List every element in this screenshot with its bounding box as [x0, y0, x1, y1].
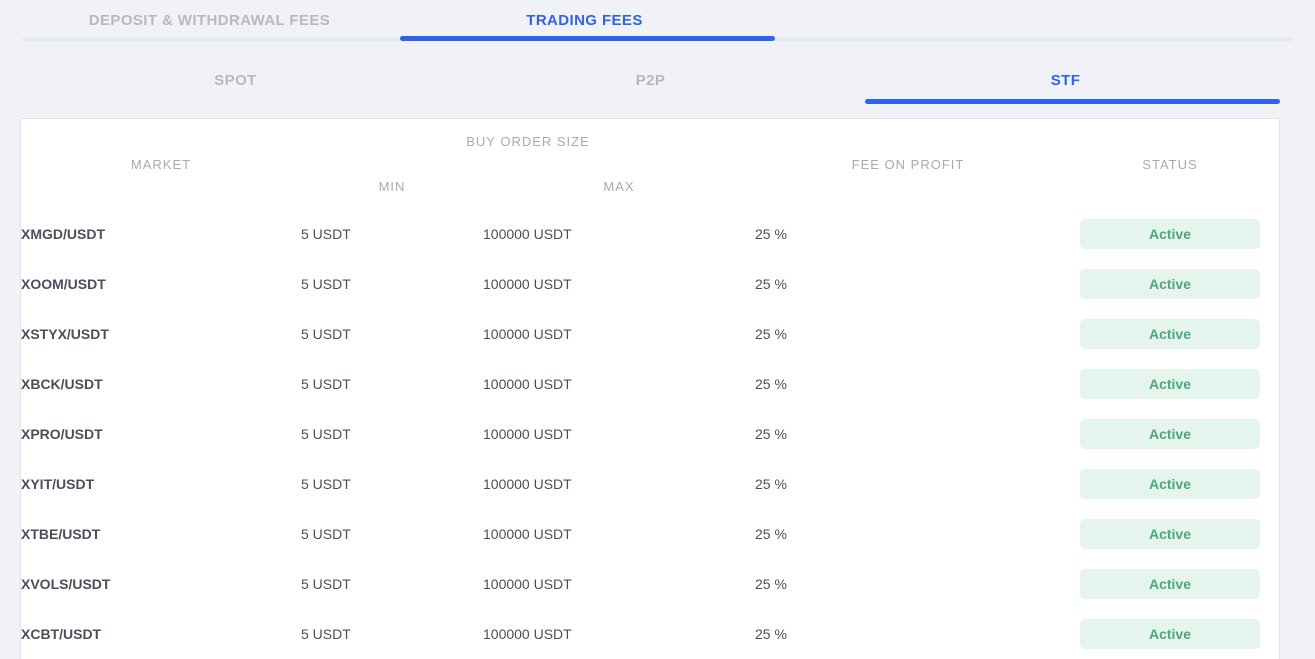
- cell-max-order-size: 100000 USDT: [483, 326, 572, 342]
- stf-fees-table-container: MARKET BUY ORDER SIZE FEE ON PROFIT STAT…: [20, 118, 1280, 659]
- cell-max-order-size: 100000 USDT: [483, 276, 572, 292]
- cell-market: XBCK/USDT: [21, 376, 103, 392]
- cell-status: Active: [1061, 359, 1279, 409]
- table-row: XCBT/USDT 5 USDT 100000 USDT 25 % Active: [21, 609, 1279, 659]
- table-row: XOOM/USDT 5 USDT 100000 USDT 25 % Active: [21, 259, 1279, 309]
- cell-max-order-size: 100000 USDT: [483, 526, 572, 542]
- column-header-status: STATUS: [1142, 156, 1198, 172]
- tab-label: P2P: [635, 71, 666, 89]
- table-header-row-top: MARKET BUY ORDER SIZE FEE ON PROFIT STAT…: [21, 119, 1279, 172]
- cell-status: Active: [1061, 609, 1279, 659]
- cell-fee-on-profit: 25 %: [755, 526, 787, 542]
- tab-stf[interactable]: STF: [858, 56, 1273, 104]
- table-row: XBCK/USDT 5 USDT 100000 USDT 25 % Active: [21, 359, 1279, 409]
- status-badge[interactable]: Active: [1080, 219, 1260, 249]
- tab-deposit-withdrawal-fees[interactable]: DEPOSIT & WITHDRAWAL FEES: [22, 0, 397, 40]
- tab-label: SPOT: [214, 71, 257, 89]
- table-body: XMGD/USDT 5 USDT 100000 USDT 25 % Active XOOM…: [21, 209, 1279, 659]
- status-badge[interactable]: Active: [1080, 419, 1260, 449]
- status-badge[interactable]: Active: [1080, 369, 1260, 399]
- status-badge[interactable]: Active: [1080, 269, 1260, 299]
- cell-min-order-size: 5 USDT: [301, 526, 351, 542]
- status-badge[interactable]: Active: [1080, 569, 1260, 599]
- cell-status: Active: [1061, 459, 1279, 509]
- cell-max-order-size: 100000 USDT: [483, 426, 572, 442]
- column-header-fee-on-profit: FEE ON PROFIT: [851, 156, 965, 172]
- secondary-tab-bar: SPOT P2P STF: [0, 56, 1315, 104]
- cell-max-order-size: 100000 USDT: [483, 476, 572, 492]
- cell-market: XCBT/USDT: [21, 626, 102, 642]
- cell-status: Active: [1061, 209, 1279, 259]
- cell-market: XOOM/USDT: [21, 276, 106, 292]
- cell-market: XYIT/USDT: [21, 476, 95, 492]
- cell-fee-on-profit: 25 %: [755, 376, 787, 392]
- cell-min-order-size: 5 USDT: [301, 426, 351, 442]
- table-row: XVOLS/USDT 5 USDT 100000 USDT 25 % Active: [21, 559, 1279, 609]
- cell-max-order-size: 100000 USDT: [483, 576, 572, 592]
- cell-min-order-size: 5 USDT: [301, 226, 351, 242]
- table-head: MARKET BUY ORDER SIZE FEE ON PROFIT STAT…: [21, 119, 1279, 209]
- cell-market: XVOLS/USDT: [21, 576, 111, 592]
- cell-max-order-size: 100000 USDT: [483, 226, 572, 242]
- stf-fees-table: MARKET BUY ORDER SIZE FEE ON PROFIT STAT…: [21, 119, 1279, 659]
- cell-min-order-size: 5 USDT: [301, 476, 351, 492]
- primary-active-tab-underline: [400, 36, 775, 41]
- cell-fee-on-profit: 25 %: [755, 226, 787, 242]
- table-row: XTBE/USDT 5 USDT 100000 USDT 25 % Active: [21, 509, 1279, 559]
- cell-min-order-size: 5 USDT: [301, 326, 351, 342]
- status-badge[interactable]: Active: [1080, 519, 1260, 549]
- tab-trading-fees[interactable]: TRADING FEES: [397, 0, 772, 40]
- status-badge[interactable]: Active: [1080, 319, 1260, 349]
- tab-p2p[interactable]: P2P: [443, 56, 858, 104]
- cell-fee-on-profit: 25 %: [755, 426, 787, 442]
- cell-min-order-size: 5 USDT: [301, 626, 351, 642]
- fees-page: DEPOSIT & WITHDRAWAL FEES TRADING FEES S…: [0, 0, 1315, 659]
- cell-fee-on-profit: 25 %: [755, 476, 787, 492]
- column-header-max: MAX: [603, 178, 635, 194]
- cell-fee-on-profit: 25 %: [755, 276, 787, 292]
- tab-spot[interactable]: SPOT: [28, 56, 443, 104]
- cell-min-order-size: 5 USDT: [301, 376, 351, 392]
- cell-market: XSTYX/USDT: [21, 326, 109, 342]
- cell-market: XMGD/USDT: [21, 226, 105, 242]
- cell-market: XPRO/USDT: [21, 426, 103, 442]
- tab-label: STF: [1050, 71, 1081, 89]
- column-header-market: MARKET: [130, 156, 192, 172]
- table-row: XYIT/USDT 5 USDT 100000 USDT 25 % Active: [21, 459, 1279, 509]
- secondary-active-tab-underline: [865, 99, 1280, 104]
- cell-max-order-size: 100000 USDT: [483, 376, 572, 392]
- cell-min-order-size: 5 USDT: [301, 576, 351, 592]
- column-header-buy-order-size: BUY ORDER SIZE: [466, 133, 590, 149]
- cell-status: Active: [1061, 559, 1279, 609]
- cell-max-order-size: 100000 USDT: [483, 626, 572, 642]
- table-row: XPRO/USDT 5 USDT 100000 USDT 25 % Active: [21, 409, 1279, 459]
- cell-status: Active: [1061, 259, 1279, 309]
- tab-label: TRADING FEES: [526, 11, 643, 29]
- cell-market: XTBE/USDT: [21, 526, 101, 542]
- tab-label: DEPOSIT & WITHDRAWAL FEES: [88, 11, 331, 29]
- primary-tab-bar: DEPOSIT & WITHDRAWAL FEES TRADING FEES: [0, 0, 1315, 40]
- cell-fee-on-profit: 25 %: [755, 326, 787, 342]
- table-row: XSTYX/USDT 5 USDT 100000 USDT 25 % Active: [21, 309, 1279, 359]
- cell-fee-on-profit: 25 %: [755, 626, 787, 642]
- cell-status: Active: [1061, 309, 1279, 359]
- cell-status: Active: [1061, 409, 1279, 459]
- cell-status: Active: [1061, 509, 1279, 559]
- status-badge[interactable]: Active: [1080, 469, 1260, 499]
- cell-min-order-size: 5 USDT: [301, 276, 351, 292]
- status-badge[interactable]: Active: [1080, 619, 1260, 649]
- column-header-min: MIN: [378, 178, 406, 194]
- table-row: XMGD/USDT 5 USDT 100000 USDT 25 % Active: [21, 209, 1279, 259]
- cell-fee-on-profit: 25 %: [755, 576, 787, 592]
